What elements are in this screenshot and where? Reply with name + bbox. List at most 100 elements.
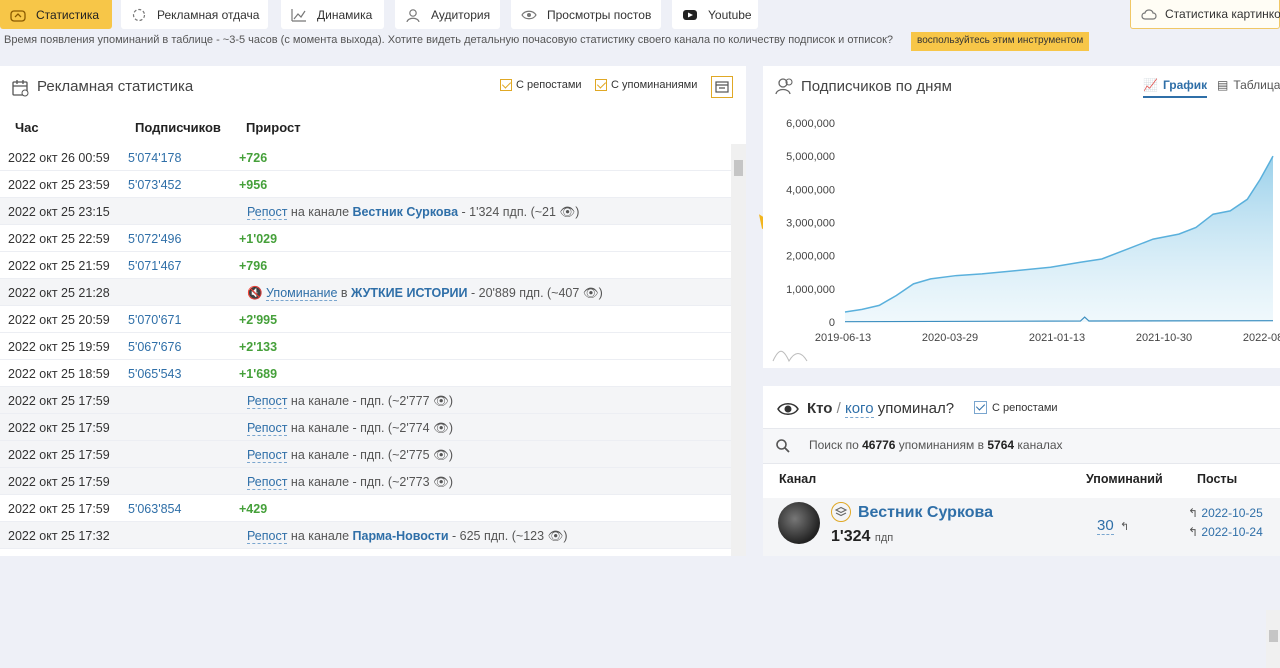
- post-date-link[interactable]: ↰ 2022-10-25: [1188, 506, 1263, 520]
- row-time: 2022 окт 26 00:59: [8, 151, 110, 165]
- col-growth: Прирост: [246, 120, 301, 135]
- y-tick-label: 4,000,000: [786, 184, 835, 196]
- row-subs: 5'074'178: [128, 151, 182, 165]
- table-row: 2022 окт 25 18:59 5'065'543 +1'689: [0, 360, 731, 387]
- post-date-link[interactable]: ↰ 2022-10-24: [1188, 525, 1263, 539]
- event-type-link[interactable]: Репост: [247, 421, 288, 436]
- row-subs: 5'070'671: [128, 313, 182, 327]
- table-row: 2022 окт 25 17:59 Репост на канале - пдп.…: [0, 468, 731, 495]
- search-text: каналах: [1014, 438, 1063, 452]
- mute-icon: 🔇: [247, 286, 267, 300]
- table-row: 2022 окт 25 17:32 Репост на канале Парма-…: [0, 522, 731, 549]
- row-growth: +796: [239, 259, 268, 273]
- row-time: 2022 окт 25 17:59: [8, 448, 110, 462]
- row-event: Репост на канале - пдп. (~2'775 👁): [247, 448, 453, 463]
- event-type-link[interactable]: Репост: [247, 475, 288, 490]
- row-growth: +2'995: [239, 313, 278, 327]
- calendar-icon: [715, 81, 729, 93]
- check-label: С репостами: [992, 401, 1058, 414]
- tab-label: Аудитория: [431, 7, 491, 22]
- view-graph-button[interactable]: 📈 График: [1143, 78, 1208, 98]
- mentions-search[interactable]: Поиск по 46776 упоминаниям в 5764 канала…: [763, 428, 1280, 464]
- x-tick-label: 2020-03-29: [922, 332, 978, 344]
- search-count: 46776: [862, 438, 896, 452]
- search-input[interactable]: Поиск по 46776 упоминаниям в 5764 канала…: [809, 438, 1063, 452]
- mention-count[interactable]: 30: [1097, 517, 1114, 535]
- row-time: 2022 окт 25 23:15: [8, 205, 110, 219]
- subs-chart-panel: Подписчиков по дням 📈 График ▤ Таблица 6,0…: [763, 66, 1280, 368]
- tab-post-views[interactable]: Просмотры постов: [511, 0, 661, 29]
- ad-stats-panel: Рекламная статистика С репостами С упоми…: [0, 66, 746, 556]
- chart-icon: [291, 8, 309, 22]
- subs-unit: пдп: [874, 532, 894, 544]
- y-tick-label: 6,000,000: [786, 118, 835, 130]
- checkbox-icon: [595, 79, 607, 91]
- tab-label: Динамика: [317, 7, 373, 22]
- row-time: 2022 окт 25 21:28: [8, 286, 110, 300]
- x-tick-label: 2019-06-13: [815, 332, 871, 344]
- table-row: 2022 окт 25 17:59 Репост на канале - пдп.…: [0, 441, 731, 468]
- view-label: График: [1162, 78, 1208, 92]
- tab-youtube[interactable]: Youtube: [672, 0, 758, 29]
- tab-statistics[interactable]: Статистика: [0, 0, 112, 29]
- search-icon: [775, 438, 791, 457]
- row-time: 2022 окт 25 22:59: [8, 232, 110, 246]
- event-type-link[interactable]: Репост: [247, 529, 288, 544]
- scrollbar[interactable]: [731, 144, 746, 556]
- channel-name[interactable]: Вестник Суркова: [858, 504, 993, 522]
- table-row: 2022 окт 25 23:15 Репост на канале Вестни…: [0, 198, 731, 225]
- table-row: 2022 окт 25 19:59 5'067'676 +2'133: [0, 333, 731, 360]
- tab-dynamics[interactable]: Динамика: [281, 0, 384, 29]
- row-time: 2022 окт 25 17:32: [8, 529, 110, 543]
- event-type-link[interactable]: Репост: [247, 205, 288, 220]
- checkbox-icon: [500, 79, 512, 91]
- event-channel-link[interactable]: ЖУТКИЕ ИСТОРИИ: [351, 286, 468, 300]
- scrollbar[interactable]: [1266, 610, 1280, 668]
- scrollbar-thumb[interactable]: [1269, 630, 1278, 642]
- whom-toggle[interactable]: кого: [844, 400, 874, 418]
- table-row: 2022 окт 25 23:59 5'073'452 +956: [0, 171, 731, 198]
- event-text: на канале - пдп. (~2'774 👁): [287, 421, 454, 435]
- col-posts: Посты: [1197, 472, 1238, 486]
- tab-stats-picture[interactable]: Статистика картинкой: [1130, 0, 1280, 29]
- view-label: Таблица: [1233, 78, 1280, 92]
- table-icon: ▤: [1217, 78, 1229, 92]
- calendar-icon: [12, 79, 30, 100]
- notice-link[interactable]: воспользуйтесь этим инструментом: [911, 32, 1090, 51]
- event-type-link[interactable]: Репост: [247, 394, 288, 409]
- check-label: С репостами: [516, 79, 582, 91]
- search-channels: 5764: [987, 438, 1015, 452]
- event-text: - 625 пдп. (~123 👁): [448, 529, 568, 543]
- check-reposts[interactable]: С репостами: [500, 79, 582, 91]
- table-row: 2022 окт 26 00:59 5'074'178 +726: [0, 144, 731, 171]
- row-subs: 5'065'543: [128, 367, 182, 381]
- check-mentions[interactable]: С упоминаниями: [595, 79, 697, 91]
- event-type-link[interactable]: Упоминание: [266, 286, 338, 301]
- reply-icon: ↰: [1188, 525, 1202, 539]
- subs-chart: 6,000,000 5,000,000 4,000,000 3,000,000 2,00…: [772, 118, 1280, 363]
- date-filter-button[interactable]: [711, 76, 733, 98]
- mention-row[interactable]: Вестник Суркова 1'324 пдп 30 ↰ ↰ 2022-10…: [763, 498, 1280, 668]
- table-row: 2022 окт 25 17:59 Репост на канале - пдп.…: [0, 414, 731, 441]
- avatar: [778, 502, 820, 544]
- tab-audience[interactable]: Аудитория: [395, 0, 500, 29]
- view-table-button[interactable]: ▤ Таблица: [1217, 78, 1280, 92]
- row-growth: +1'689: [239, 367, 278, 381]
- event-type-link[interactable]: Репост: [247, 448, 288, 463]
- event-channel-link[interactable]: Парма-Новости: [353, 529, 449, 543]
- search-text: упоминаниям в: [895, 438, 988, 452]
- chart-icon: 📈: [1143, 78, 1158, 92]
- row-subs: 5'072'496: [128, 232, 182, 246]
- row-event: 🔇 Упоминание в ЖУТКИЕ ИСТОРИИ - 20'889 п…: [247, 286, 603, 301]
- tab-ad-return[interactable]: Рекламная отдача: [121, 0, 268, 29]
- check-mention-reposts[interactable]: С репостами: [974, 401, 1058, 414]
- col-subs: Подписчиков: [135, 120, 221, 135]
- y-tick-label: 2,000,000: [786, 251, 835, 263]
- row-growth: +1'029: [239, 232, 278, 246]
- event-channel-link[interactable]: Вестник Суркова: [353, 205, 459, 219]
- col-mentions: Упоминаний: [1086, 472, 1163, 486]
- scrollbar-thumb[interactable]: [734, 160, 743, 176]
- users-icon: [775, 77, 795, 98]
- row-time: 2022 окт 25 17:59: [8, 502, 110, 516]
- table-row: 2022 окт 25 17:59 Репост на канале - пдп.…: [0, 387, 731, 414]
